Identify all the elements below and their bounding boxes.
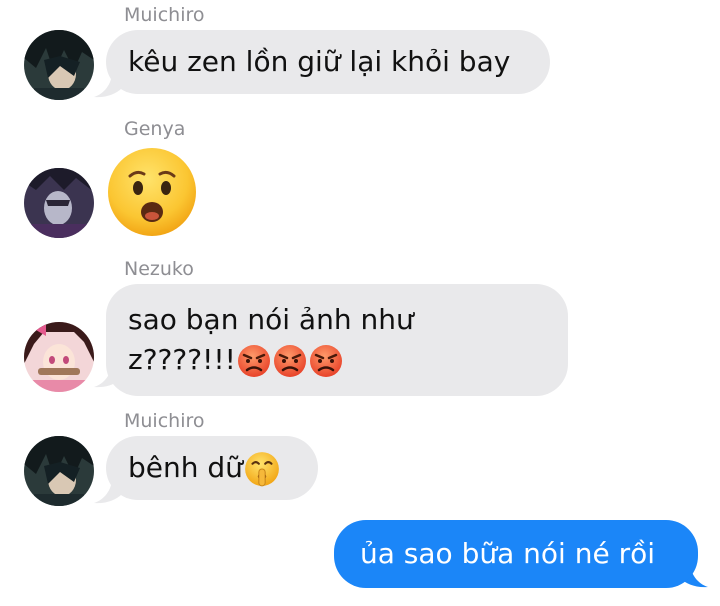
angry-face-emoji (309, 345, 342, 377)
sender-name: Nezuko (124, 258, 194, 280)
outgoing-message-bubble[interactable]: ủa sao bữa nói né rồi (334, 520, 698, 588)
message-thread: Muichiro kêu zen lồn giữ lại khỏi bay Ge… (0, 0, 720, 606)
avatar-genya[interactable] (24, 168, 94, 238)
shushing-face-emoji (245, 452, 279, 487)
sender-name: Muichiro (124, 4, 205, 26)
sender-name: Muichiro (124, 410, 205, 432)
message-text-line2: z????!!! (128, 340, 546, 380)
angry-face-emoji (273, 345, 306, 377)
message-text-line1: sao bạn nói ảnh như (128, 303, 414, 336)
face-with-open-mouth-emoji (108, 148, 196, 236)
avatar-muichiro[interactable] (24, 30, 94, 100)
avatar-muichiro[interactable] (24, 436, 94, 506)
message-bubble[interactable]: kêu zen lồn giữ lại khỏi bay (106, 30, 550, 94)
sender-name: Genya (124, 118, 186, 140)
message-bubble[interactable]: sao bạn nói ảnh như z????!!! (106, 284, 568, 396)
message-text: z????!!! (128, 343, 236, 376)
message-bubble[interactable]: bênh dữ (106, 436, 318, 500)
angry-face-emoji (237, 345, 270, 377)
avatar-nezuko[interactable] (24, 322, 94, 392)
message-text: kêu zen lồn giữ lại khỏi bay (128, 45, 511, 78)
message-text: ủa sao bữa nói né rồi (360, 537, 656, 570)
message-text: bênh dữ (128, 451, 243, 484)
